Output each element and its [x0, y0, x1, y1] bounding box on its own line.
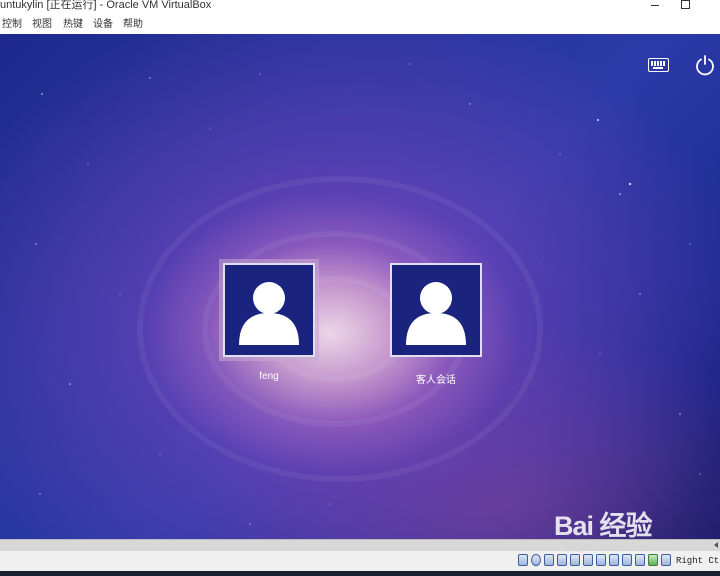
optical-drive-icon[interactable] [531, 554, 541, 566]
menu-item-hotkey[interactable]: 热键 [63, 19, 83, 30]
os-taskbar [0, 571, 720, 576]
user-avatar-icon [239, 282, 299, 345]
watermark-url: jingyan.baidu.com [564, 542, 645, 553]
power-icon[interactable] [694, 54, 716, 76]
guest-session-label: 客人会话 [416, 375, 456, 386]
window-title: untukylin [正在运行] - Oracle VM VirtualBox [0, 0, 212, 11]
menu-item-help[interactable]: 帮助 [123, 19, 143, 30]
user-card-feng[interactable]: feng [217, 263, 321, 382]
menu-item-devices[interactable]: 设备 [93, 19, 113, 30]
user-card-guest[interactable]: 客人会话 [384, 263, 488, 386]
hard-disk-icon[interactable] [518, 554, 528, 566]
menu-item-view[interactable]: 视图 [32, 19, 52, 30]
baidu-watermark: Bai 经验 jingyan.baidu.com [554, 498, 714, 556]
menubar: 控制 视图 热键 设备 帮助 [0, 15, 720, 34]
watermark-brand: Bai 经验 [554, 511, 653, 541]
minimize-icon[interactable] [648, 0, 662, 12]
menu-item-control[interactable]: 控制 [2, 19, 22, 30]
vm-screen[interactable]: feng 客人会话 [0, 34, 720, 539]
user-name-label: feng [259, 371, 279, 382]
guest-avatar-frame[interactable] [390, 263, 482, 357]
status-icons-group [518, 554, 671, 568]
window-titlebar[interactable]: untukylin [正在运行] - Oracle VM VirtualBox [0, 0, 720, 14]
user-avatar-frame[interactable] [223, 263, 315, 357]
guest-avatar-icon [406, 282, 466, 345]
audio-icon[interactable] [544, 554, 554, 566]
keyboard-icon[interactable] [648, 58, 669, 72]
host-key-label: Right Ctrl [676, 556, 720, 566]
background-stars [35, 63, 701, 525]
maximize-icon[interactable] [678, 0, 692, 12]
